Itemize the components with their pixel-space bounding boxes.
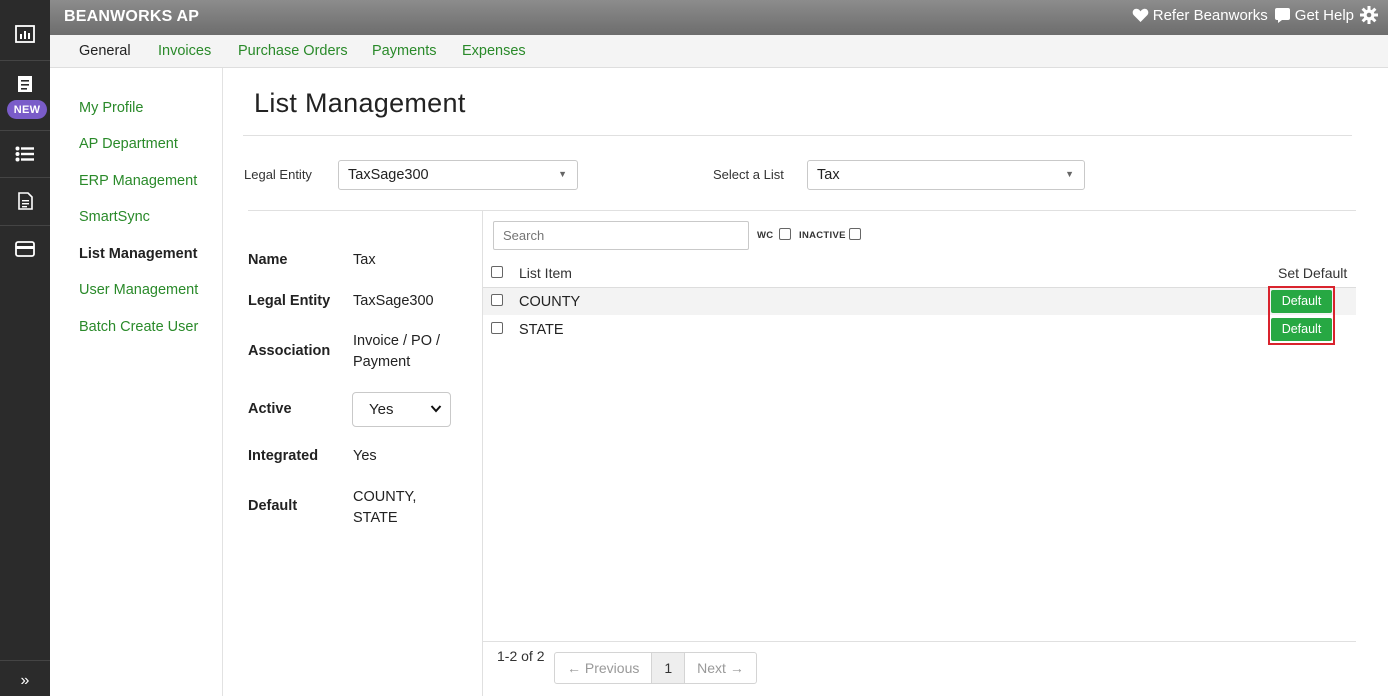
list-items-panel bbox=[482, 211, 1356, 696]
sidebar-item-user-management[interactable]: User Management bbox=[79, 282, 198, 298]
settings-sidebar: My Profile AP Department ERP Management … bbox=[50, 68, 223, 696]
tab-general[interactable]: General bbox=[79, 43, 131, 59]
top-header: BEANWORKS AP Refer Beanworks Get Help bbox=[50, 0, 1388, 35]
sidebar-item-list-management[interactable]: List Management bbox=[79, 246, 197, 262]
integrated-value: Yes bbox=[353, 448, 377, 464]
chevron-down-icon bbox=[430, 405, 442, 413]
tab-expenses[interactable]: Expenses bbox=[462, 43, 526, 59]
dropdown-arrow-icon: ▼ bbox=[558, 169, 567, 179]
row-checkbox[interactable] bbox=[491, 322, 503, 334]
tab-payments[interactable]: Payments bbox=[372, 43, 436, 59]
list-item-name: COUNTY bbox=[519, 294, 581, 310]
legal-entity-detail-label: Legal Entity bbox=[248, 293, 331, 309]
chat-icon bbox=[1274, 7, 1290, 23]
get-help-link[interactable]: Get Help bbox=[1274, 7, 1354, 24]
sidebar-item-my-profile[interactable]: My Profile bbox=[79, 100, 143, 116]
active-value: Yes bbox=[369, 401, 394, 418]
pagination: ← Previous 1 Next → bbox=[554, 652, 757, 684]
get-help-label: Get Help bbox=[1294, 6, 1354, 24]
inactive-checkbox[interactable] bbox=[849, 228, 861, 240]
icon-rail: NEW » bbox=[0, 0, 50, 696]
default-value: COUNTY, STATE bbox=[353, 489, 417, 526]
table-row: STATE bbox=[483, 316, 1356, 343]
active-select[interactable]: Yes bbox=[352, 392, 451, 427]
row-checkbox[interactable] bbox=[491, 294, 503, 306]
default-label: Default bbox=[248, 498, 298, 514]
name-label: Name bbox=[248, 252, 288, 268]
integrated-label: Integrated bbox=[248, 448, 319, 464]
list-icon[interactable] bbox=[0, 142, 50, 166]
select-list-value: Tax bbox=[817, 167, 840, 183]
list-item-name: STATE bbox=[519, 322, 564, 338]
name-value: Tax bbox=[353, 252, 376, 268]
next-page-button[interactable]: Next → bbox=[685, 653, 756, 683]
credit-card-icon[interactable] bbox=[0, 237, 50, 261]
legal-entity-value: TaxSage300 bbox=[348, 167, 429, 183]
association-label: Association bbox=[248, 343, 331, 359]
refer-label: Refer Beanworks bbox=[1152, 6, 1268, 24]
select-all-checkbox[interactable] bbox=[491, 266, 503, 278]
tab-purchase-orders[interactable]: Purchase Orders bbox=[238, 43, 348, 59]
dashboard-icon[interactable] bbox=[0, 22, 50, 46]
gear-icon[interactable] bbox=[1360, 6, 1378, 24]
search-input[interactable] bbox=[493, 221, 749, 250]
column-header-list-item: List Item bbox=[519, 265, 572, 281]
previous-page-button[interactable]: ← Previous bbox=[555, 653, 653, 683]
heart-icon bbox=[1132, 8, 1149, 22]
dropdown-arrow-icon: ▼ bbox=[1065, 169, 1074, 179]
collapse-rail-icon[interactable]: » bbox=[0, 672, 50, 690]
sidebar-item-erp-management[interactable]: ERP Management bbox=[79, 173, 197, 189]
document-icon[interactable] bbox=[0, 189, 50, 213]
new-badge: NEW bbox=[7, 100, 47, 119]
select-list-dropdown[interactable]: Tax ▼ bbox=[807, 160, 1085, 190]
active-label: Active bbox=[248, 401, 292, 417]
result-count: 1-2 of 2 bbox=[497, 648, 545, 664]
legal-entity-select[interactable]: TaxSage300 ▼ bbox=[338, 160, 578, 190]
page-number-button[interactable]: 1 bbox=[652, 653, 686, 683]
wc-checkbox[interactable] bbox=[779, 228, 791, 240]
refer-link[interactable]: Refer Beanworks bbox=[1132, 7, 1268, 24]
inactive-label: INACTIVE bbox=[799, 230, 846, 241]
sidebar-item-smartsync[interactable]: SmartSync bbox=[79, 209, 150, 225]
settings-tabs: General Invoices Purchase Orders Payment… bbox=[50, 35, 1388, 68]
invoice-icon[interactable] bbox=[0, 72, 50, 96]
brand-logo: BEANWORKS AP bbox=[64, 8, 200, 25]
legal-entity-detail-value: TaxSage300 bbox=[353, 293, 434, 309]
page-title: List Management bbox=[254, 88, 466, 118]
legal-entity-label: Legal Entity bbox=[244, 167, 312, 182]
sidebar-item-batch-create-user[interactable]: Batch Create User bbox=[79, 319, 198, 335]
tab-invoices[interactable]: Invoices bbox=[158, 43, 211, 59]
highlight-box bbox=[1268, 286, 1335, 345]
table-row: COUNTY bbox=[483, 288, 1356, 315]
column-header-set-default: Set Default bbox=[1278, 265, 1348, 281]
sidebar-item-ap-department[interactable]: AP Department bbox=[79, 136, 178, 152]
select-list-label: Select a List bbox=[713, 167, 784, 182]
wc-label: WC bbox=[757, 230, 774, 241]
association-value: Invoice / PO / Payment bbox=[353, 333, 441, 370]
